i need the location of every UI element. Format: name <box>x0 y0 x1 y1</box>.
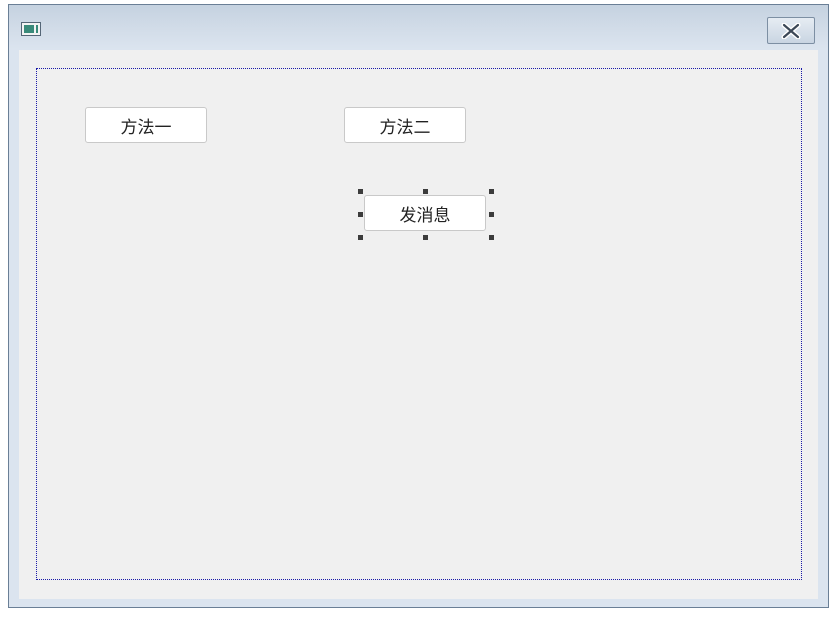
design-surface[interactable]: 方法一 方法二 发消息 <box>36 68 802 580</box>
method-one-button[interactable]: 方法一 <box>85 107 207 143</box>
resize-handle-right[interactable] <box>489 212 494 217</box>
form-client-area: 方法一 方法二 发消息 <box>19 50 818 599</box>
app-window-icon <box>21 22 41 36</box>
resize-handle-bottom[interactable] <box>423 235 428 240</box>
method-two-button[interactable]: 方法二 <box>344 107 466 143</box>
close-button[interactable] <box>767 17 815 44</box>
resize-handle-top[interactable] <box>423 189 428 194</box>
resize-handle-bottom-right[interactable] <box>489 235 494 240</box>
send-message-button[interactable]: 发消息 <box>364 195 486 231</box>
resize-handle-left[interactable] <box>358 212 363 217</box>
close-icon <box>781 22 801 39</box>
designer-window: 方法一 方法二 发消息 <box>8 4 829 608</box>
resize-handle-top-left[interactable] <box>358 189 363 194</box>
title-bar[interactable] <box>9 5 828 49</box>
resize-handle-top-right[interactable] <box>489 189 494 194</box>
resize-handle-bottom-left[interactable] <box>358 235 363 240</box>
